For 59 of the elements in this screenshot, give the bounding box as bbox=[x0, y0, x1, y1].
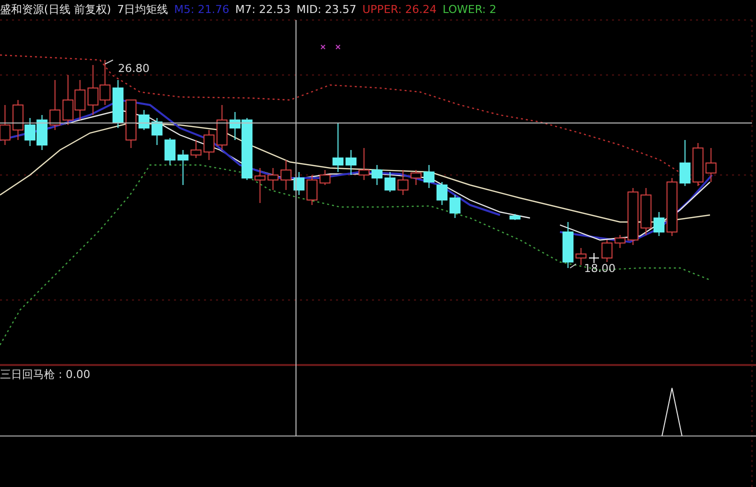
candlestick bbox=[268, 168, 278, 190]
candlestick bbox=[332, 122, 344, 172]
candlestick bbox=[62, 74, 74, 126]
candlestick bbox=[126, 100, 136, 148]
candlestick bbox=[74, 80, 86, 120]
candlestick bbox=[436, 182, 448, 206]
candlestick bbox=[320, 170, 330, 186]
candlestick bbox=[692, 142, 704, 186]
indicator-label: 三日回马枪 : 0.00 bbox=[0, 367, 90, 382]
candlestick bbox=[358, 148, 370, 180]
indicator-name: 7日均矩线 bbox=[117, 2, 168, 16]
candlestick bbox=[640, 188, 652, 236]
candlestick bbox=[88, 64, 98, 116]
candlestick bbox=[112, 80, 124, 128]
candlestick bbox=[216, 104, 228, 150]
candlestick bbox=[306, 174, 318, 206]
candlestick bbox=[384, 172, 396, 192]
legend-value: M5: 21.76 bbox=[174, 2, 230, 16]
candlestick bbox=[100, 60, 110, 106]
candlestick bbox=[510, 214, 520, 220]
candlestick bbox=[254, 168, 266, 204]
doji-candlestick bbox=[588, 252, 600, 264]
legend-value: M7: 22.53 bbox=[235, 2, 290, 16]
candlestick bbox=[294, 172, 304, 196]
candlestick bbox=[12, 100, 24, 140]
indicator-line bbox=[662, 388, 682, 436]
candlestick bbox=[152, 118, 162, 146]
legend-value: UPPER: 26.24 bbox=[362, 2, 437, 16]
candlestick bbox=[398, 170, 408, 196]
legend-value: MID: 23.57 bbox=[296, 2, 356, 16]
candlestick bbox=[680, 140, 690, 186]
candlestick bbox=[562, 222, 574, 268]
candlestick bbox=[50, 80, 60, 130]
cross-marker-icon bbox=[336, 44, 340, 50]
candlestick bbox=[372, 164, 382, 186]
legend-value: LOWER: 2 bbox=[442, 2, 496, 16]
candlestick bbox=[190, 140, 202, 158]
candlestick bbox=[628, 188, 638, 246]
price-label: 18.00 bbox=[584, 262, 616, 275]
candlestick bbox=[410, 170, 422, 186]
candlestick bbox=[576, 248, 586, 266]
candlestick bbox=[164, 138, 176, 166]
candlestick bbox=[138, 110, 150, 130]
candlestick bbox=[614, 234, 626, 248]
cross-marker-icon bbox=[320, 44, 326, 50]
candlestick bbox=[654, 212, 664, 236]
candlestick bbox=[602, 240, 612, 262]
candlestick bbox=[346, 150, 356, 176]
candlestick bbox=[178, 150, 188, 186]
price-label: 26.80 bbox=[118, 62, 150, 75]
stock-title: 盛和资源(日线 前复权) bbox=[0, 2, 112, 16]
candlestick bbox=[36, 114, 48, 150]
candlestick bbox=[706, 148, 716, 182]
candlestick bbox=[280, 160, 292, 190]
candlestick bbox=[666, 178, 678, 236]
candlestick bbox=[424, 164, 434, 188]
candlestick bbox=[204, 130, 214, 160]
candlestick bbox=[450, 194, 460, 218]
candlestick bbox=[24, 118, 36, 146]
